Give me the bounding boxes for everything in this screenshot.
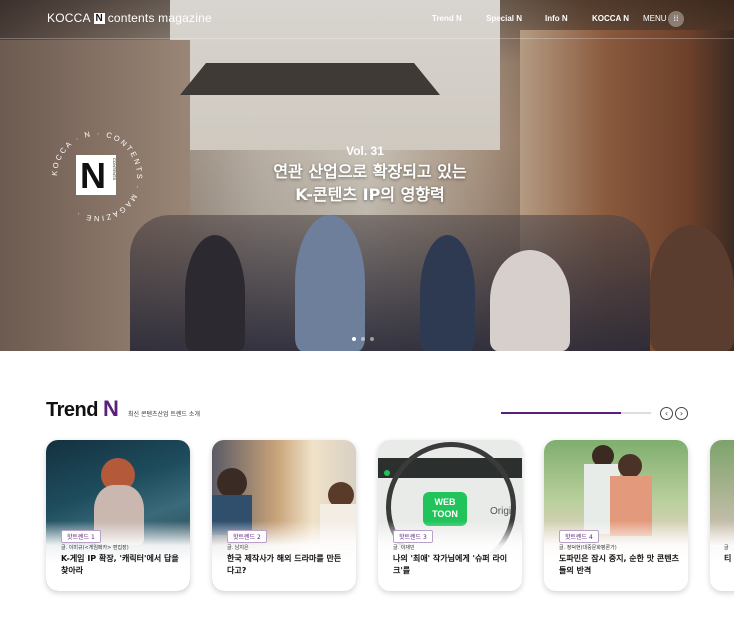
- slide-dot[interactable]: [352, 337, 356, 341]
- slide-dot[interactable]: [370, 337, 374, 341]
- hero-banner[interactable]: KOCCA N contents magazine Trend N Specia…: [0, 0, 734, 351]
- chevron-left-icon[interactable]: ‹: [660, 407, 673, 420]
- top-navigation-bar: KOCCA N contents magazine Trend N Specia…: [0, 0, 734, 39]
- trend-card[interactable]: WEB TOON Origi 핫트렌드 3 글. 이재민 나의 '최애' 작가님에…: [378, 440, 522, 591]
- card-title: K-게임 IP 확장, '캐릭터'에서 답을 찾아라: [61, 554, 179, 575]
- card-title: 도파민은 잠시 중지, 순한 맛 콘텐츠들의 반격: [559, 554, 680, 575]
- card-title: 한국 제작사가 해외 드라마를 만든다고?: [227, 554, 342, 575]
- chevron-right-icon[interactable]: ›: [675, 407, 688, 420]
- section-subtitle: 최신 콘텐츠산업 트렌드 소개: [128, 411, 200, 418]
- hero-headline[interactable]: 연관 산업으로 확장되고 있는 K-콘텐츠 IP의 영향력: [250, 160, 490, 206]
- hero-volume: Vol. 31: [346, 144, 384, 158]
- trend-title-word: Trend: [46, 399, 98, 421]
- hero-slide-indicator: [352, 337, 374, 341]
- hero-headline-line1: 연관 산업으로 확장되고 있는: [273, 162, 467, 181]
- hero-text-block: Vol. 31 연관 산업으로 확장되고 있는 K-콘텐츠 IP의 영향력: [250, 144, 490, 206]
- logo-n-mark: N: [93, 12, 105, 24]
- hero-person: [490, 250, 570, 351]
- card-title: 나의 '최애' 작가님에게 '슈퍼 라이크'를: [393, 554, 508, 575]
- card-author: 글. 정덕현(대중문화평론가): [559, 545, 617, 551]
- card-tag: 핫트렌드 3: [393, 530, 433, 543]
- nav-info-n[interactable]: Info N: [545, 14, 568, 23]
- nav-special-n[interactable]: Special N: [486, 14, 522, 23]
- section-title-trend-n: Trend N: [46, 396, 119, 422]
- hero-person: [420, 235, 475, 351]
- site-logo[interactable]: KOCCA N contents magazine: [47, 11, 212, 25]
- nav-kocca-n[interactable]: KOCCA N: [592, 14, 629, 23]
- trend-card[interactable]: 핫트렌드 4 글. 정덕현(대중문화평론가) 도파민은 잠시 중지, 순한 맛 …: [544, 440, 688, 591]
- hero-person: [295, 215, 365, 351]
- nav-trend-n[interactable]: Trend N: [432, 14, 462, 23]
- hero-person: [650, 225, 734, 351]
- trend-title-n: N: [103, 396, 119, 421]
- card-author: 글. 이재민: [393, 545, 415, 551]
- badge-contents-text: CONTENTS: [112, 158, 117, 180]
- logo-suffix: contents magazine: [107, 11, 212, 25]
- card-tag: 핫트렌드 4: [559, 530, 599, 543]
- trend-card[interactable]: 핫트렌드 1 글. 이미규(<게임메카> 편집장) K-게임 IP 확장, '캐…: [46, 440, 190, 591]
- contents-magazine-badge: KOCCA · N · CONTENTS · MAGAZINE · N CONT…: [50, 129, 142, 223]
- trend-card[interactable]: 핫트렌드 2 글. 남지은 한국 제작사가 해외 드라마를 만든다고?: [212, 440, 356, 591]
- card-title: 티: [724, 554, 732, 563]
- card-tag: 핫트렌드 2: [227, 530, 267, 543]
- hero-person: [185, 235, 245, 351]
- card-author: 글: [724, 545, 729, 551]
- slide-dot[interactable]: [361, 337, 365, 341]
- card-author: 글. 이미규(<게임메카> 편집장): [61, 545, 129, 551]
- hero-headline-line2: K-콘텐츠 IP의 영향력: [295, 185, 445, 204]
- carousel-progress-fill: [501, 412, 621, 414]
- card-author: 글. 남지은: [227, 545, 249, 551]
- badge-magazine-text: MAGAZINE: [86, 190, 107, 195]
- logo-prefix: KOCCA: [47, 11, 91, 25]
- trend-card[interactable]: 글 티: [710, 440, 734, 591]
- menu-label[interactable]: MENU: [643, 14, 667, 23]
- carousel-progress-bar: [501, 412, 651, 414]
- grid-dots-icon[interactable]: ⁞⁞: [668, 11, 684, 27]
- card-tag: 핫트렌드 1: [61, 530, 101, 543]
